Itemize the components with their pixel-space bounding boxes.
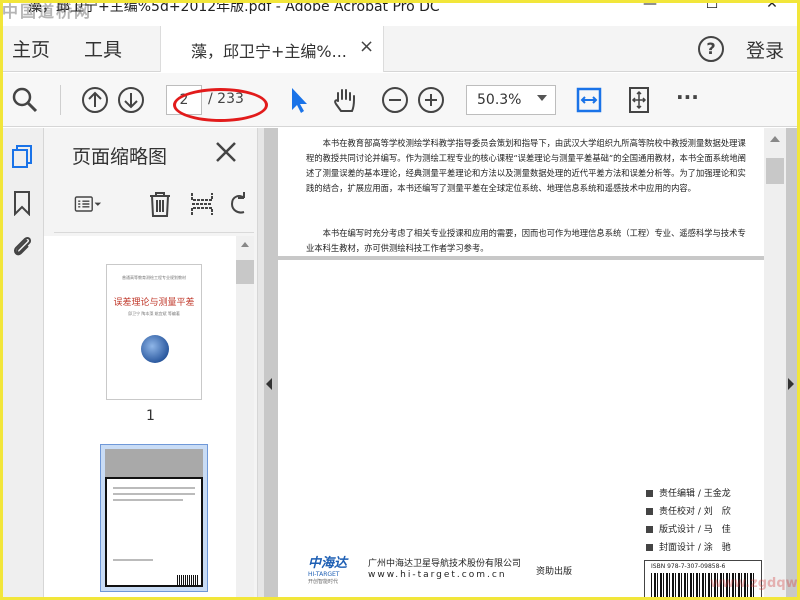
pdf-page-1: 本书在教育部高等学校测绘学科教学指导委员会策划和指导下，由武汉大学组织九所高等院… bbox=[278, 128, 764, 256]
thumbnail-scroll-thumb[interactable] bbox=[236, 260, 254, 284]
window-title: 藻，邱卫宁+主编%5d+2012年版.pdf - Adobe Acrobat P… bbox=[28, 0, 440, 15]
thumbnail-text-line bbox=[113, 499, 183, 501]
thumbnail-barcode bbox=[177, 575, 199, 585]
scroll-up-icon[interactable] bbox=[241, 242, 249, 247]
minimize-button[interactable]: — bbox=[640, 0, 660, 12]
document-tab-label: 藻，邱卫宁+主编%... bbox=[191, 42, 347, 61]
next-page-icon[interactable] bbox=[116, 85, 146, 115]
login-link[interactable]: 登录 bbox=[746, 36, 784, 63]
title-bar: 中国道桥网 藻，邱卫宁+主编%5d+2012年版.pdf - Adobe Acr… bbox=[0, 0, 800, 21]
close-icon[interactable] bbox=[214, 140, 238, 164]
rotate-icon[interactable] bbox=[224, 190, 252, 218]
thumbnail-text-line bbox=[113, 487, 195, 489]
funding-note: 资助出版 bbox=[536, 567, 573, 577]
panel-splitter[interactable] bbox=[258, 128, 264, 600]
thumbnail-text-line bbox=[113, 493, 195, 495]
credit-row: 版式设计 / 马 佳 bbox=[646, 522, 731, 535]
chevron-down-icon bbox=[537, 95, 547, 101]
more-options-icon[interactable]: ··· bbox=[676, 85, 706, 115]
close-window-button[interactable]: ✕ bbox=[762, 0, 782, 12]
credit-row: 责任校对 / 刘 欣 bbox=[646, 504, 731, 517]
thumbnail-page-number: 1 bbox=[146, 408, 155, 424]
isbn-text: ISBN 978-7-307-09858-6 bbox=[651, 563, 726, 570]
zoom-in-icon[interactable] bbox=[416, 85, 446, 115]
panel-divider bbox=[54, 232, 254, 233]
credit-row: 封面设计 / 涂 驰 bbox=[646, 540, 731, 553]
document-tab[interactable]: 藻，邱卫宁+主编%... × bbox=[160, 26, 384, 72]
maximize-button[interactable]: ☐ bbox=[702, 0, 722, 12]
logo-main-text: 中海达 bbox=[308, 556, 348, 571]
cover-title: 误差理论与测量平差 bbox=[113, 298, 195, 308]
delete-icon[interactable] bbox=[146, 190, 174, 218]
thumbnail-scrollbar[interactable] bbox=[236, 236, 254, 600]
hand-tool-icon[interactable] bbox=[330, 85, 360, 115]
cover-globe-image bbox=[141, 335, 169, 363]
cover-authors: 邱卫宁 陶本藻 姚宜斌 等编著 bbox=[128, 311, 180, 316]
fit-width-icon[interactable] bbox=[574, 85, 604, 115]
toolbar-divider bbox=[60, 85, 61, 115]
publisher-website: www.hi-target.com.cn bbox=[368, 570, 507, 580]
document-scroll-thumb[interactable] bbox=[766, 158, 784, 184]
credit-row: 责任编辑 / 王金龙 bbox=[646, 486, 731, 499]
insert-page-icon[interactable] bbox=[188, 190, 216, 218]
tab-close-icon[interactable]: × bbox=[359, 36, 374, 57]
select-pointer-icon[interactable] bbox=[284, 85, 314, 115]
cover-series: 普通高等教育测绘工程专业规划教材 bbox=[122, 275, 186, 280]
scroll-up-icon[interactable] bbox=[770, 136, 780, 142]
panel-title: 页面缩略图 bbox=[72, 146, 168, 168]
thumbnail-text-line bbox=[113, 559, 153, 561]
description-paragraph-1: 本书在教育部高等学校测绘学科教学指导委员会策划和指导下，由武汉大学组织九所高等院… bbox=[306, 138, 746, 193]
thumbnail-page-1[interactable]: 普通高等教育测绘工程专业规划教材 误差理论与测量平差 邱卫宁 陶本藻 姚宜斌 等… bbox=[106, 264, 202, 400]
page-thumbnails-icon[interactable] bbox=[10, 144, 34, 170]
navigation-rail bbox=[0, 128, 44, 600]
previous-page-icon[interactable] bbox=[80, 85, 110, 115]
document-scrollbar[interactable] bbox=[764, 128, 786, 600]
description-paragraph-2: 本书在编写时充分考虑了相关专业授课和应用的需要，因而也可作为地理信息系统（工程）… bbox=[306, 228, 746, 253]
menu-bar: 主页 工具 藻，邱卫宁+主编%... × ? 登录 bbox=[0, 26, 800, 72]
zoom-out-icon[interactable] bbox=[380, 85, 410, 115]
red-annotation-oval bbox=[173, 88, 268, 122]
bookmarks-icon[interactable] bbox=[10, 190, 34, 216]
thumbnail-page-2-selected[interactable] bbox=[100, 444, 208, 592]
help-icon[interactable]: ? bbox=[698, 36, 724, 62]
menu-tools[interactable]: 工具 bbox=[84, 35, 122, 62]
thumbnail-panel: 页面缩略图 普通高等教育测绘工程专业规划教材 误差理论与测量平差 邱卫宁 陶本藻… bbox=[44, 128, 258, 600]
thumbnail-options-icon[interactable] bbox=[74, 190, 102, 218]
full-screen-icon[interactable] bbox=[624, 85, 654, 115]
logo-sub-text: HI-TARGET bbox=[308, 571, 340, 578]
zoom-value: 50.3% bbox=[477, 92, 522, 108]
thumbnail-gray-band bbox=[105, 449, 203, 477]
zoom-select[interactable]: 50.3% bbox=[466, 85, 556, 115]
thumbnail-back-cover bbox=[105, 477, 203, 587]
attachments-icon[interactable] bbox=[10, 232, 34, 258]
publisher-name: 广州中海达卫星导航技术股份有限公司 bbox=[368, 559, 522, 569]
bottom-watermark: www.zgdqw.net bbox=[710, 576, 800, 591]
logo-tagline: 开创智能时代 bbox=[308, 579, 339, 585]
search-icon[interactable] bbox=[10, 85, 40, 115]
hi-target-logo: 中海达 HI-TARGET 开创智能时代 bbox=[308, 552, 356, 585]
thumbnail-page-2-image bbox=[105, 449, 203, 587]
collapse-left-icon[interactable] bbox=[266, 378, 272, 390]
main-toolbar: 2 / 233 50.3% ··· bbox=[0, 73, 800, 127]
menu-home[interactable]: 主页 bbox=[12, 35, 50, 62]
collapse-right-icon[interactable] bbox=[788, 378, 794, 390]
